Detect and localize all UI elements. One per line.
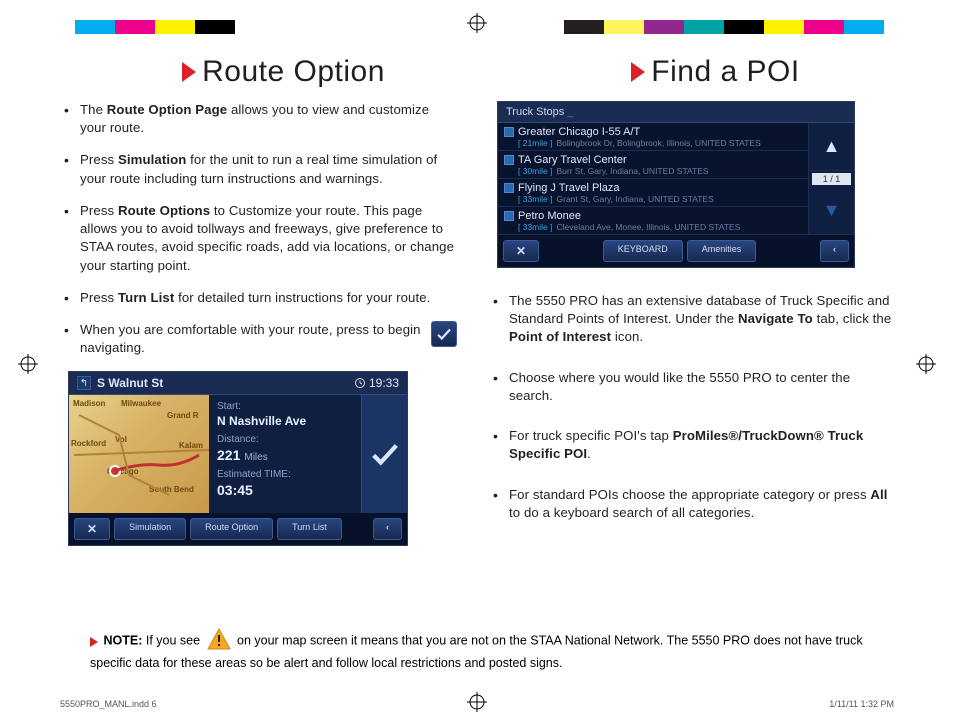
map-canvas: Madison Milwaukee Rockford Chicago Grand… [69,395,209,513]
heading-find-poi: Find a POI [537,55,894,89]
poi-rows: Greater Chicago I-55 A/T [ 21mile ]Bolin… [498,123,808,235]
amenities-button[interactable]: Amenities [687,240,757,262]
start-value: N Nashville Ave [217,414,353,428]
list-title: Truck Stops _ [498,102,854,123]
route-option-button[interactable]: Route Option [190,518,273,540]
poi-icon [504,211,514,221]
back-button[interactable]: ‹ [373,518,402,540]
scroll-down-button[interactable]: ▼ [809,187,854,235]
poi-icon [504,155,514,165]
registration-mark-top [467,13,487,33]
color-bar-left [75,20,235,34]
bullet-route-options: Press Route Options to Customize your ro… [80,202,457,275]
map-info-panel: Start: N Nashville Ave Distance: 221Mile… [209,395,361,513]
triangle-icon [90,637,98,647]
distance-value: 221 [217,447,240,463]
bullet-route-page: The Route Option Page allows you to view… [80,101,457,137]
triangle-icon [631,62,645,82]
footer-file: 5550PRO_MANL.indd 6 [60,699,157,709]
color-bar-right [564,20,884,34]
clock-display: 19:33 [354,376,399,390]
bullet-standard-poi: For standard POIs choose the appropriate… [509,486,894,522]
poi-icon [504,127,514,137]
back-button[interactable]: ‹ [820,240,849,262]
check-icon [431,321,457,347]
list-item[interactable]: TA Gary Travel Center [ 30mile ]Burr St,… [498,151,808,179]
triangle-icon [182,62,196,82]
registration-mark-left [18,354,38,374]
page-indicator: 1 / 1 [812,173,851,185]
bullet-turn-list: Press Turn List for detailed turn instru… [80,289,457,307]
close-button[interactable]: ✕ [503,240,539,262]
bullet-simulation: Press Simulation for the unit to run a r… [80,151,457,187]
poi-bullets: The 5550 PRO has an extensive database o… [497,292,894,522]
simulation-button[interactable]: Simulation [114,518,186,540]
list-item[interactable]: Greater Chicago I-55 A/T [ 21mile ]Bolin… [498,123,808,151]
route-option-bullets: The Route Option Page allows you to view… [60,101,457,357]
map-screenshot: ↰ S Walnut St 19:33 Madison Milwaukee Ro… [68,371,408,546]
clock-icon [354,377,366,389]
page-footer: 5550PRO_MANL.indd 6 1/11/11 1:32 PM [60,699,894,709]
route-line [69,395,209,513]
list-item[interactable]: Petro Monee [ 33mile ]Cleveland Ave, Mon… [498,207,808,235]
heading-route-option: Route Option [110,55,457,89]
note-block: NOTE: If you see on your map screen it m… [90,628,884,672]
bullet-truck-poi: For truck specific POI's tap ProMiles®/T… [509,427,894,463]
bullet-center-search: Choose where you would like the 5550 PRO… [509,369,894,405]
footer-timestamp: 1/11/11 1:32 PM [829,699,894,709]
close-button[interactable]: ✕ [74,518,110,540]
registration-mark-right [916,354,936,374]
poi-icon [504,183,514,193]
warning-triangle-icon [207,628,231,655]
scroll-up-button[interactable]: ▲ [809,123,854,171]
bullet-poi-db: The 5550 PRO has an extensive database o… [509,292,894,347]
confirm-check-icon[interactable] [368,437,402,471]
keyboard-button[interactable]: KEYBOARD [603,240,683,262]
turn-list-button[interactable]: Turn List [277,518,342,540]
list-item[interactable]: Flying J Travel Plaza [ 33mile ]Grant St… [498,179,808,207]
poi-list-screenshot: Truck Stops _ Greater Chicago I-55 A/T [… [497,101,855,268]
bullet-begin-nav: When you are comfortable with your route… [80,321,457,357]
street-name: S Walnut St [97,376,163,390]
turn-arrow-icon: ↰ [77,376,91,390]
eta-value: 03:45 [217,482,353,498]
